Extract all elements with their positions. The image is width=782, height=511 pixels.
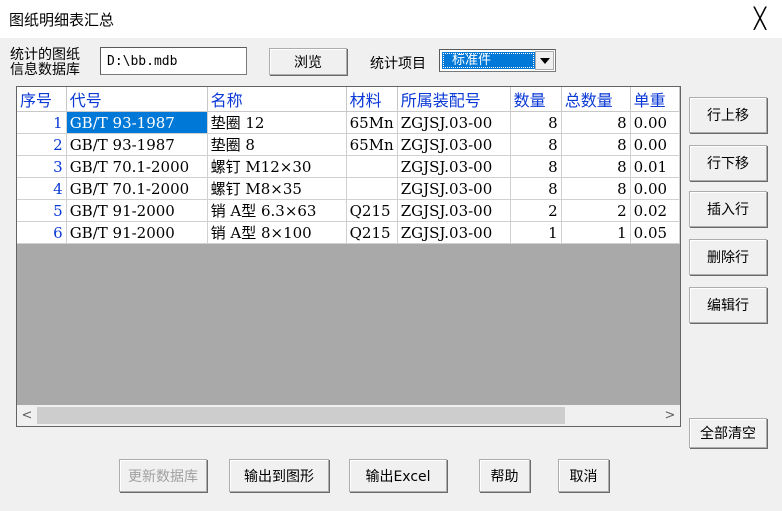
- table-cell[interactable]: GB/T 91-2000: [66, 221, 208, 244]
- column-header[interactable]: 单重: [630, 87, 680, 112]
- table-cell[interactable]: 0.00: [630, 111, 680, 134]
- data-grid[interactable]: 序号 代号 名称 材料 所属装配号 数量 总数量 单重 1 GB/T 93-19…: [16, 86, 681, 427]
- table-row[interactable]: 3 GB/T 70.1-2000 螺钉 M12×30 ZGJSJ.03-00 8…: [17, 155, 680, 178]
- scrollbar-thumb[interactable]: [37, 407, 565, 424]
- db-path-input[interactable]: [100, 47, 247, 75]
- table-cell[interactable]: 2: [561, 199, 631, 222]
- column-header[interactable]: 代号: [66, 87, 208, 112]
- insert-row-button[interactable]: 插入行: [689, 191, 767, 227]
- table-cell[interactable]: 8: [561, 177, 631, 200]
- table-cell[interactable]: 2: [510, 199, 562, 222]
- column-header[interactable]: 所属装配号: [397, 87, 511, 112]
- db-label-line1: 统计的图纸: [10, 47, 80, 63]
- table-cell[interactable]: [346, 177, 398, 200]
- move-up-button[interactable]: 行上移: [689, 97, 767, 133]
- column-header[interactable]: 总数量: [561, 87, 631, 112]
- db-label-line2: 信息数据库: [10, 62, 80, 78]
- table-header-row: 序号 代号 名称 材料 所属装配号 数量 总数量 单重: [17, 87, 680, 112]
- table-cell[interactable]: 1: [561, 221, 631, 244]
- column-header[interactable]: 材料: [346, 87, 398, 112]
- horizontal-scrollbar[interactable]: < >: [17, 405, 680, 426]
- table-cell[interactable]: 8: [510, 111, 562, 134]
- update-database-button[interactable]: 更新数据库: [119, 459, 207, 492]
- title-bar: [0, 0, 782, 38]
- table-cell[interactable]: 垫圈 12: [207, 111, 347, 134]
- table-cell[interactable]: 0.02: [630, 199, 680, 222]
- table-cell[interactable]: 5: [17, 199, 67, 222]
- table-cell[interactable]: 销 A型 8×100: [207, 221, 347, 244]
- edit-row-button[interactable]: 编辑行: [689, 287, 767, 323]
- table-cell[interactable]: 65Mn: [346, 111, 398, 134]
- browse-button[interactable]: 浏览: [269, 48, 347, 75]
- scroll-left-icon[interactable]: <: [17, 405, 37, 426]
- table-cell[interactable]: Q215: [346, 221, 398, 244]
- table-cell[interactable]: 65Mn: [346, 133, 398, 156]
- export-excel-button[interactable]: 输出Excel: [349, 459, 447, 492]
- window-title: 图纸明细表汇总: [9, 11, 115, 29]
- table-cell[interactable]: 8: [561, 155, 631, 178]
- table-row[interactable]: 4 GB/T 70.1-2000 螺钉 M8×35 ZGJSJ.03-00 8 …: [17, 177, 680, 200]
- table-row[interactable]: 2 GB/T 93-1987 垫圈 8 65Mn ZGJSJ.03-00 8 8…: [17, 133, 680, 156]
- clear-all-button[interactable]: 全部清空: [689, 418, 767, 448]
- cancel-button[interactable]: 取消: [558, 459, 609, 492]
- table-cell[interactable]: GB/T 70.1-2000: [66, 177, 208, 200]
- close-icon[interactable]: ╳: [748, 6, 772, 30]
- table-cell[interactable]: ZGJSJ.03-00: [397, 199, 511, 222]
- table-cell[interactable]: ZGJSJ.03-00: [397, 221, 511, 244]
- move-down-button[interactable]: 行下移: [689, 145, 767, 181]
- table-cell[interactable]: GB/T 91-2000: [66, 199, 208, 222]
- table-cell[interactable]: Q215: [346, 199, 398, 222]
- table-cell[interactable]: GB/T 93-1987: [66, 111, 208, 134]
- table-cell[interactable]: ZGJSJ.03-00: [397, 111, 511, 134]
- table-cell[interactable]: GB/T 93-1987: [66, 133, 208, 156]
- table-cell[interactable]: [346, 155, 398, 178]
- data-table: 序号 代号 名称 材料 所属装配号 数量 总数量 单重 1 GB/T 93-19…: [17, 87, 680, 244]
- export-to-drawing-button[interactable]: 输出到图形: [229, 459, 329, 492]
- table-cell[interactable]: ZGJSJ.03-00: [397, 133, 511, 156]
- stat-select[interactable]: 标准件: [439, 49, 556, 72]
- column-header[interactable]: 数量: [510, 87, 562, 112]
- stat-label: 统计项目: [370, 56, 426, 72]
- table-cell[interactable]: 0.01: [630, 155, 680, 178]
- column-header[interactable]: 名称: [207, 87, 347, 112]
- table-cell[interactable]: 销 A型 6.3×63: [207, 199, 347, 222]
- help-button[interactable]: 帮助: [479, 459, 530, 492]
- table-row[interactable]: 6 GB/T 91-2000 销 A型 8×100 Q215 ZGJSJ.03-…: [17, 221, 680, 244]
- table-cell[interactable]: ZGJSJ.03-00: [397, 155, 511, 178]
- table-cell[interactable]: 0.00: [630, 177, 680, 200]
- table-cell[interactable]: 0.00: [630, 133, 680, 156]
- table-cell[interactable]: ZGJSJ.03-00: [397, 177, 511, 200]
- table-cell[interactable]: 8: [510, 155, 562, 178]
- table-cell[interactable]: 8: [510, 177, 562, 200]
- table-cell[interactable]: 螺钉 M8×35: [207, 177, 347, 200]
- table-cell[interactable]: GB/T 70.1-2000: [66, 155, 208, 178]
- stat-selected-value: 标准件: [442, 52, 535, 69]
- table-cell[interactable]: 1: [17, 111, 67, 134]
- table-cell[interactable]: 6: [17, 221, 67, 244]
- table-cell[interactable]: 4: [17, 177, 67, 200]
- table-cell[interactable]: 1: [510, 221, 562, 244]
- table-cell[interactable]: 2: [17, 133, 67, 156]
- column-header[interactable]: 序号: [17, 87, 67, 112]
- chevron-down-icon[interactable]: [535, 51, 554, 70]
- table-cell[interactable]: 垫圈 8: [207, 133, 347, 156]
- scroll-right-icon[interactable]: >: [660, 405, 680, 426]
- table-cell[interactable]: 0.05: [630, 221, 680, 244]
- delete-row-button[interactable]: 删除行: [689, 239, 767, 275]
- db-label: 统计的图纸 信息数据库: [10, 48, 80, 78]
- table-cell[interactable]: 8: [510, 133, 562, 156]
- table-row[interactable]: 5 GB/T 91-2000 销 A型 6.3×63 Q215 ZGJSJ.03…: [17, 199, 680, 222]
- table-cell[interactable]: 8: [561, 133, 631, 156]
- table-cell[interactable]: 8: [561, 111, 631, 134]
- table-cell[interactable]: 3: [17, 155, 67, 178]
- table-row[interactable]: 1 GB/T 93-1987 垫圈 12 65Mn ZGJSJ.03-00 8 …: [17, 111, 680, 134]
- table-cell[interactable]: 螺钉 M12×30: [207, 155, 347, 178]
